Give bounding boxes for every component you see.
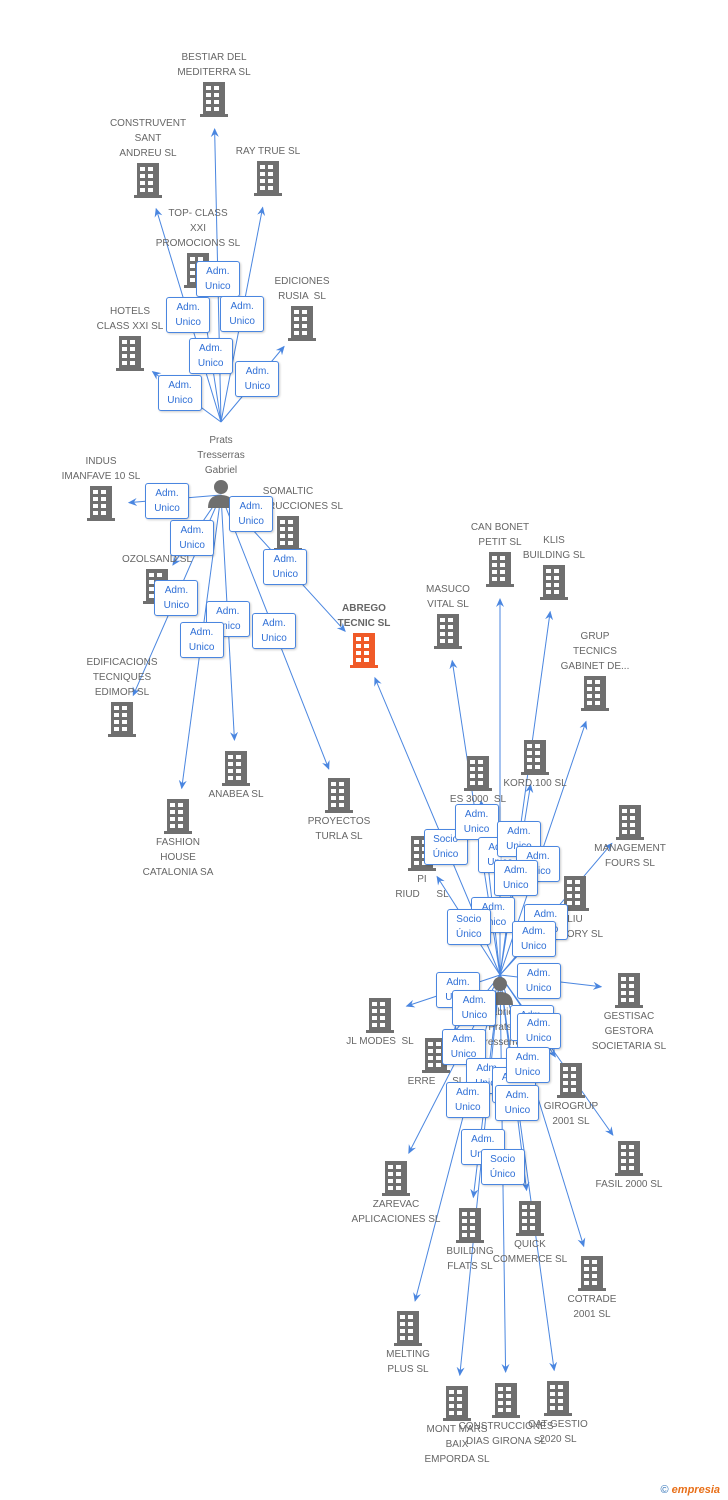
building-icon [338, 1309, 478, 1347]
node-label: CAT GESTIO 2020 SL [528, 1419, 588, 1445]
role-badge[interactable]: Adm. Unico [452, 990, 497, 1026]
building-icon [378, 612, 518, 650]
role-badge[interactable]: Adm. Unico [516, 962, 561, 999]
role-badge[interactable]: Socio Único [480, 1149, 525, 1186]
node-label: MANAGEMENT FOURS SL [594, 843, 666, 869]
node-label: FASIL 2000 SL [595, 1179, 663, 1190]
copyright-symbol: © [660, 1484, 669, 1496]
company-node[interactable]: COTRADE 2001 SL [522, 1254, 662, 1322]
role-badge[interactable]: Adm. Unico [454, 804, 499, 841]
building-icon [522, 1254, 662, 1292]
company-node[interactable]: CONSTRUVENT SANT ANDREU SL [78, 116, 218, 199]
node-label: EDIFICACIONS TECNIQUES EDIMOP SL [86, 657, 158, 698]
company-node[interactable]: BESTIAR DEL MEDITERRA SL [144, 50, 284, 118]
role-badge[interactable]: Adm. Unico [145, 482, 189, 519]
role-badge[interactable]: Adm. Unico [166, 297, 211, 333]
company-node[interactable]: ES 3000 SL [408, 754, 548, 807]
node-label: TOP- CLASS XXI PROMOCIONS SL [155, 208, 241, 249]
role-badge[interactable]: Adm. Unico [188, 337, 233, 374]
building-icon [525, 674, 665, 712]
node-label: COTRADE 2001 SL [567, 1294, 617, 1320]
role-badge[interactable]: Adm. Unico [263, 548, 308, 585]
node-label: INDUS IMANFAVE 10 SL [61, 456, 141, 482]
role-badge[interactable]: Adm. Unico [511, 921, 556, 958]
node-label: CONSTRUVENT SANT ANDREU SL [109, 118, 187, 159]
company-node[interactable]: MELTING PLUS SL [338, 1309, 478, 1377]
company-node[interactable]: KLIS BUILDING SL [484, 533, 624, 601]
node-label: FASHION HOUSE CATALONIA SA [142, 837, 214, 878]
building-icon [559, 971, 699, 1009]
role-badge[interactable]: Adm. Unico [158, 374, 203, 411]
building-icon [108, 797, 248, 835]
building-icon [326, 1159, 466, 1197]
node-label: KLIS BUILDING SL [522, 535, 586, 561]
building-icon [559, 1139, 699, 1177]
role-badge[interactable]: Adm. Unico [493, 859, 538, 896]
company-node[interactable]: MANAGEMENT FOURS SL [560, 803, 700, 871]
role-badge[interactable]: Adm. Unico [154, 579, 199, 616]
role-badge[interactable]: Adm. Unico [195, 260, 240, 297]
building-icon [269, 776, 409, 814]
company-node[interactable]: PI RIUD SL [352, 834, 492, 902]
footer-brand: © empresia [661, 1484, 721, 1496]
building-icon [484, 563, 624, 601]
role-badge[interactable]: Adm. Unico [505, 1047, 550, 1084]
building-icon [78, 161, 218, 199]
company-node[interactable]: GESTISAC GESTORA SOCIETARIA SL [559, 971, 699, 1054]
role-badge[interactable]: Adm. Unico [495, 1084, 540, 1121]
company-node[interactable]: CAT GESTIO 2020 SL [488, 1379, 628, 1447]
building-icon [144, 80, 284, 118]
role-badge[interactable]: Adm. Unico [170, 519, 215, 556]
company-node[interactable]: FASHION HOUSE CATALONIA SA [108, 797, 248, 880]
role-badge[interactable]: Adm. Unico [179, 622, 224, 659]
node-label: GESTISAC GESTORA SOCIETARIA SL [591, 1011, 667, 1052]
company-node[interactable]: GRUP TECNICS GABINET DE... [525, 629, 665, 712]
building-icon [52, 700, 192, 738]
company-node[interactable]: FASIL 2000 SL [559, 1139, 699, 1192]
building-icon [560, 803, 700, 841]
role-badge[interactable]: Adm. Unico [445, 1081, 490, 1118]
node-label: MELTING PLUS SL [386, 1349, 430, 1375]
building-icon [408, 754, 548, 792]
role-badge[interactable]: Adm. Unico [252, 613, 297, 649]
node-label: Prats Tresserras Gabriel [197, 435, 245, 476]
role-badge[interactable]: Adm. Unico [229, 496, 274, 532]
building-icon [60, 334, 200, 372]
building-icon [488, 1379, 628, 1417]
node-label: GRUP TECNICS GABINET DE... [560, 631, 630, 672]
building-icon [198, 159, 338, 197]
building-icon [460, 1199, 600, 1237]
node-label: RAY TRUE SL [235, 146, 301, 157]
node-label: BESTIAR DEL MEDITERRA SL [177, 52, 251, 78]
company-node[interactable]: EDIFICACIONS TECNIQUES EDIMOP SL [52, 655, 192, 738]
company-node[interactable]: RAY TRUE SL [198, 144, 338, 197]
role-badge[interactable]: Adm. Unico [220, 296, 265, 333]
role-badge[interactable]: Adm. Unico [516, 1012, 561, 1049]
building-icon [310, 996, 450, 1034]
brand-logo-text: mpresia [677, 1484, 720, 1496]
role-badge[interactable]: Adm. Unico [235, 361, 280, 398]
role-badge[interactable]: Socio Único [446, 909, 491, 946]
network-diagram: © empresia Prats Tresserras Gabriel Gabri… [0, 0, 728, 1500]
